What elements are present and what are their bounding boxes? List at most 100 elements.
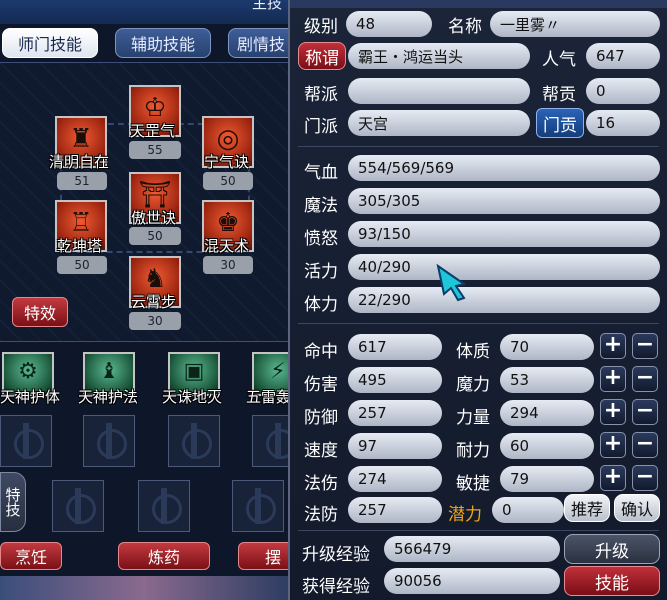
sect-contrib-field: 16 [586, 110, 660, 136]
skill-level: 50 [57, 256, 107, 274]
tab-story-skills[interactable]: 剧情技 [228, 28, 288, 58]
skill-level: 51 [57, 172, 107, 190]
plus-button[interactable]: + [600, 333, 626, 359]
minus-button[interactable]: − [632, 432, 658, 458]
skill-panel: 主技 师门技能 辅助技能 剧情技 ♔ 天罡气 55 ♜ 清明自在 51 ◎ 宁气… [0, 0, 288, 600]
scene-strip [0, 576, 288, 600]
skills-button[interactable]: 技能 [564, 566, 660, 596]
stat-value: 294 [500, 400, 594, 426]
plus-button[interactable]: + [600, 465, 626, 491]
gate-icon: ⛩ [138, 180, 172, 210]
gained-exp-label: 获得经验 [302, 577, 370, 597]
stat-value: 53 [500, 367, 594, 393]
guild-label: 帮派 [304, 85, 338, 105]
drum-icon: ♜ [69, 124, 93, 154]
pointer-cursor-icon [436, 263, 467, 302]
upgrade-button[interactable]: 升级 [564, 534, 660, 564]
divider [298, 146, 659, 147]
attr-value: 495 [348, 367, 442, 393]
sect-field: 天宫 [348, 110, 530, 136]
confirm-button[interactable]: 确认 [614, 494, 660, 522]
guild-field [348, 78, 530, 104]
popularity-label: 人气 [542, 50, 576, 70]
cooking-button[interactable]: 烹饪 [0, 542, 62, 570]
upgrade-exp-field: 566479 [384, 536, 560, 562]
plus-button[interactable]: + [600, 432, 626, 458]
empty-skill-slot[interactable] [0, 415, 52, 467]
attr-value: 274 [348, 466, 442, 492]
empty-special-slot[interactable] [52, 480, 104, 532]
tab-aux-skills[interactable]: 辅助技能 [115, 28, 211, 58]
empty-skill-slot[interactable] [168, 415, 220, 467]
skill-name: 乾坤塔 [57, 237, 103, 255]
effects-button[interactable]: 特效 [12, 297, 68, 327]
empty-special-slot[interactable] [138, 480, 190, 532]
skill-level: 50 [203, 172, 253, 190]
stamina-field: 22/290 [348, 287, 660, 313]
frame-icon: ▣ [183, 359, 205, 384]
boot-icon: ♞ [143, 264, 167, 294]
character-panel: 级别 48 名称 一里雾〃 称谓 霸王・鸿运当头 人气 647 帮派 帮贡 0 … [288, 0, 667, 600]
guardian-icon: ♝ [99, 359, 119, 384]
name-label: 名称 [448, 17, 482, 37]
vitality-label: 活力 [304, 262, 338, 282]
stat-value: 79 [500, 466, 594, 492]
mp-label: 魔法 [304, 196, 338, 216]
minus-button[interactable]: − [632, 399, 658, 425]
thunder-icon: ⚡ [270, 359, 286, 384]
divider [298, 323, 659, 324]
gained-exp-field: 90056 [384, 568, 560, 594]
stamina-label: 体力 [304, 295, 338, 315]
skill-name: 云霄步 [131, 293, 177, 311]
skill-name: 傲世诀 [131, 209, 177, 227]
rage-field: 93/150 [348, 221, 660, 247]
rage-label: 愤怒 [304, 229, 338, 249]
minus-button[interactable]: − [632, 465, 658, 491]
aux-skill-name: 天神护法 [78, 388, 139, 406]
skill-name: 宁气诀 [204, 153, 250, 171]
aux-skill-name: 天神护体 [0, 388, 61, 406]
shield-icon: ⚙ [18, 359, 38, 384]
plus-button[interactable]: + [600, 399, 626, 425]
empty-special-slot[interactable] [232, 480, 284, 532]
skill-name: 混天术 [204, 237, 250, 255]
empty-skill-slot[interactable] [83, 415, 135, 467]
skill-name: 清明自在 [49, 153, 110, 171]
guild-contrib-field: 0 [586, 78, 660, 104]
attr-value: 97 [348, 433, 442, 459]
stall-button[interactable]: 摆 [238, 542, 288, 570]
stat-label: 体质 [456, 342, 490, 362]
aux-skill-name: 天诛地灭 [162, 388, 223, 406]
skill-level: 50 [129, 227, 181, 245]
special-skills-label: 特技 [0, 472, 26, 532]
window-title-bar: 主技 [0, 0, 288, 24]
mdef-value: 257 [348, 497, 442, 523]
attr-label: 速度 [304, 441, 338, 461]
warrior-icon: ♚ [216, 208, 240, 238]
qi-icon: ♔ [143, 93, 167, 123]
divider [298, 530, 659, 531]
alchemy-button[interactable]: 炼药 [118, 542, 210, 570]
title-button[interactable]: 称谓 [298, 42, 346, 70]
minus-button[interactable]: − [632, 333, 658, 359]
recommend-button[interactable]: 推荐 [564, 494, 610, 522]
tab-sect-skills[interactable]: 师门技能 [2, 28, 98, 58]
stat-label: 敏捷 [456, 474, 490, 494]
skill-level: 55 [129, 141, 181, 159]
attr-value: 617 [348, 334, 442, 360]
popularity-field: 647 [586, 43, 660, 69]
minus-button[interactable]: − [632, 366, 658, 392]
mp-field: 305/305 [348, 188, 660, 214]
name-field: 一里雾〃 [490, 11, 660, 37]
hp-label: 气血 [304, 163, 338, 183]
potential-value: 0 [492, 497, 564, 523]
empty-skill-slot[interactable] [252, 415, 288, 467]
plus-button[interactable]: + [600, 366, 626, 392]
hp-field: 554/569/569 [348, 155, 660, 181]
title-field: 霸王・鸿运当头 [348, 43, 530, 69]
sect-contrib-button[interactable]: 门贡 [536, 108, 584, 138]
vitality-field: 40/290 [348, 254, 660, 280]
level-label: 级别 [304, 17, 338, 37]
window-title: 主技 [251, 0, 282, 12]
attr-label: 伤害 [304, 375, 338, 395]
